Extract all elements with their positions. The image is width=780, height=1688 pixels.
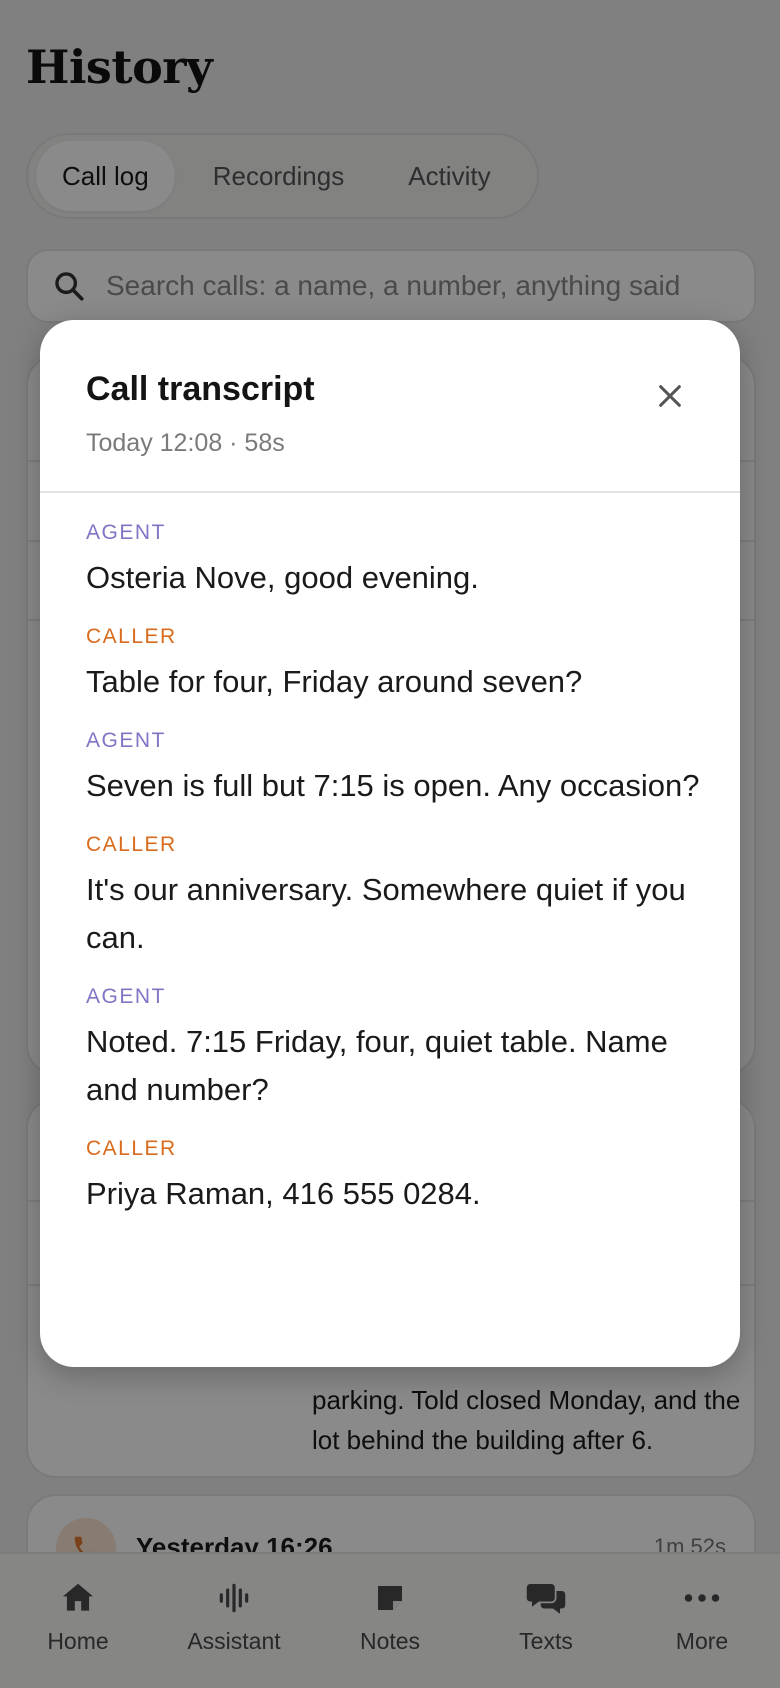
utterance-text: Noted. 7:15 Friday, four, quiet table. N… (86, 1024, 668, 1107)
utterance-text: Osteria Nove, good evening. (86, 560, 479, 595)
transcript-turn: CALLER It's our anniversary. Somewhere q… (86, 832, 706, 962)
transcript-turn: AGENT Noted. 7:15 Friday, four, quiet ta… (86, 984, 706, 1114)
transcript-turn: AGENT Seven is full but 7:15 is open. An… (86, 728, 706, 810)
close-button[interactable] (650, 376, 690, 416)
speaker-label: CALLER (86, 1137, 177, 1160)
call-transcript-dialog: Call transcript Today 12:08 · 58s AGENT … (40, 320, 740, 1367)
dialog-header: Call transcript Today 12:08 · 58s (40, 320, 740, 493)
transcript-turn: AGENT Osteria Nove, good evening. (86, 520, 706, 602)
speaker-label: AGENT (86, 729, 166, 752)
utterance-text: Seven is full but 7:15 is open. Any occa… (86, 768, 700, 803)
transcript-turn: CALLER Priya Raman, 416 555 0284. (86, 1136, 706, 1218)
speaker-label: CALLER (86, 625, 177, 648)
speaker-label: AGENT (86, 985, 166, 1008)
dialog-title: Call transcript (86, 370, 315, 408)
transcript-list: AGENT Osteria Nove, good evening. CALLER… (86, 520, 706, 1240)
utterance-text: It's our anniversary. Somewhere quiet if… (86, 872, 686, 955)
speaker-label: CALLER (86, 833, 177, 856)
speaker-label: AGENT (86, 521, 166, 544)
transcript-turn: CALLER Table for four, Friday around sev… (86, 624, 706, 706)
close-icon (659, 385, 681, 407)
utterance-text: Priya Raman, 416 555 0284. (86, 1176, 481, 1211)
utterance-text: Table for four, Friday around seven? (86, 664, 583, 699)
call-meta: Today 12:08 · 58s (86, 429, 285, 457)
